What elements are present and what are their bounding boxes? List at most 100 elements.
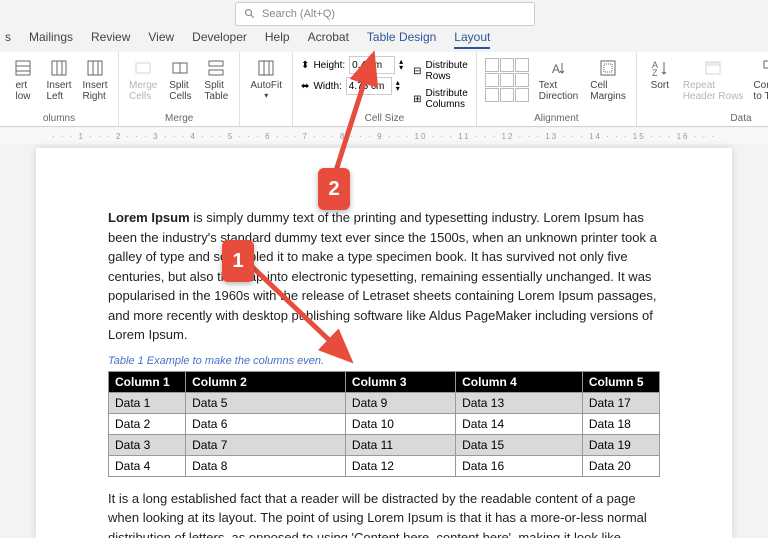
search-placeholder: Search (Alt+Q)	[262, 8, 335, 20]
data-table[interactable]: Column 1Column 2Column 3Column 4Column 5…	[108, 371, 660, 477]
cell-margins-button[interactable]: Cell Margins	[588, 56, 628, 104]
document-page: Lorem Ipsum is simply dummy text of the …	[36, 148, 732, 538]
width-input[interactable]	[346, 77, 392, 95]
tab-developer[interactable]: Developer	[192, 30, 247, 49]
insert-below-button[interactable]: ert low	[8, 56, 38, 104]
svg-text:A: A	[552, 62, 560, 76]
distribute-rows-button[interactable]: ⊟Distribute Rows	[413, 60, 468, 82]
width-icon: ⬌	[301, 81, 309, 92]
insert-below-icon	[13, 58, 33, 78]
tab-layout[interactable]: Layout	[454, 30, 490, 49]
table-cell[interactable]: Data 13	[456, 392, 583, 413]
group-rows-columns: ert low Insert Left Insert Right olumns	[0, 52, 119, 126]
table-cell[interactable]: Data 16	[456, 455, 583, 476]
annotation-marker-1: 1	[222, 240, 254, 282]
annotation-marker-2: 2	[318, 168, 350, 210]
table-cell[interactable]: Data 12	[345, 455, 455, 476]
alignment-grid[interactable]	[485, 58, 529, 102]
split-table-icon	[206, 58, 226, 78]
dropdown-icon: ▾	[264, 91, 268, 100]
sort-icon: AZ	[650, 58, 670, 78]
table-cell[interactable]: Data 8	[186, 455, 346, 476]
table-row[interactable]: Data 2Data 6Data 10Data 14Data 18	[109, 413, 660, 434]
group-cell-size: ⬍ Height: ▴▾ ⬌ Width: ▴▾ ⊟Distribute Rows ⊞D…	[293, 52, 477, 126]
height-icon: ⬍	[301, 60, 309, 71]
table-row[interactable]: Data 4Data 8Data 12Data 16Data 20	[109, 455, 660, 476]
insert-left-button[interactable]: Insert Left	[44, 56, 74, 104]
tab-partial[interactable]: s	[5, 30, 11, 49]
tab-help[interactable]: Help	[265, 30, 290, 49]
table-cell[interactable]: Data 9	[345, 392, 455, 413]
repeat-header-button: Repeat Header Rows	[681, 56, 746, 104]
autofit-button[interactable]: AutoFit▾	[248, 56, 284, 102]
paragraph-2[interactable]: It is a long established fact that a rea…	[108, 489, 660, 538]
merge-cells-icon	[133, 58, 153, 78]
distribute-rows-icon: ⊟	[413, 66, 421, 77]
cell-margins-icon	[598, 58, 618, 78]
table-header[interactable]: Column 3	[345, 371, 455, 392]
table-cell[interactable]: Data 20	[582, 455, 659, 476]
group-data: AZSort Repeat Header Rows aConvert to Te…	[637, 52, 768, 126]
split-table-button[interactable]: Split Table	[201, 56, 231, 104]
tab-view[interactable]: View	[148, 30, 174, 49]
table-cell[interactable]: Data 2	[109, 413, 186, 434]
merge-cells-button: Merge Cells	[127, 56, 159, 104]
distribute-columns-button[interactable]: ⊞Distribute Columns	[413, 88, 468, 110]
table-row[interactable]: Data 1Data 5Data 9Data 13Data 17	[109, 392, 660, 413]
group-label-data: Data	[645, 113, 768, 124]
repeat-header-icon	[703, 58, 723, 78]
table-cell[interactable]: Data 7	[186, 434, 346, 455]
table-cell[interactable]: Data 17	[582, 392, 659, 413]
svg-text:Z: Z	[652, 68, 658, 77]
table-cell[interactable]: Data 10	[345, 413, 455, 434]
table-cell[interactable]: Data 5	[186, 392, 346, 413]
spinner-icon[interactable]: ▴▾	[399, 59, 403, 71]
sort-button[interactable]: AZSort	[645, 56, 675, 104]
tab-table-design[interactable]: Table Design	[367, 30, 436, 49]
table-cell[interactable]: Data 14	[456, 413, 583, 434]
insert-right-button[interactable]: Insert Right	[80, 56, 110, 104]
para1-bold: Lorem Ipsum	[108, 210, 190, 225]
table-cell[interactable]: Data 1	[109, 392, 186, 413]
insert-left-icon	[49, 58, 69, 78]
paragraph-1[interactable]: Lorem Ipsum is simply dummy text of the …	[108, 208, 660, 345]
table-cell[interactable]: Data 19	[582, 434, 659, 455]
table-cell[interactable]: Data 18	[582, 413, 659, 434]
table-header[interactable]: Column 4	[456, 371, 583, 392]
table-row[interactable]: Data 3Data 7Data 11Data 15Data 19	[109, 434, 660, 455]
split-cells-icon	[170, 58, 190, 78]
table-header[interactable]: Column 1	[109, 371, 186, 392]
group-autofit: AutoFit▾	[240, 52, 293, 126]
table-cell[interactable]: Data 4	[109, 455, 186, 476]
height-label: Height:	[313, 60, 345, 71]
table-caption[interactable]: Table 1 Example to make the columns even…	[108, 355, 660, 367]
text-direction-icon: A	[549, 58, 569, 78]
group-alignment: AText Direction Cell Margins Alignment	[477, 52, 637, 126]
table-cell[interactable]: Data 15	[456, 434, 583, 455]
group-label-merge: Merge	[127, 113, 231, 124]
text-direction-button[interactable]: AText Direction	[537, 56, 580, 104]
split-cells-button[interactable]: Split Cells	[165, 56, 195, 104]
width-label: Width:	[313, 81, 341, 92]
search-icon	[244, 8, 256, 20]
table-cell[interactable]: Data 6	[186, 413, 346, 434]
autofit-icon	[256, 58, 276, 78]
table-cell[interactable]: Data 3	[109, 434, 186, 455]
group-label-cellsize: Cell Size	[301, 113, 468, 124]
table-header[interactable]: Column 5	[582, 371, 659, 392]
search-box[interactable]: Search (Alt+Q)	[235, 2, 535, 26]
horizontal-ruler[interactable]: · · · 1 · · · 2 · · · 3 · · · 4 · · · 5 …	[0, 128, 768, 144]
height-input[interactable]	[349, 56, 395, 74]
table-cell[interactable]: Data 11	[345, 434, 455, 455]
convert-text-icon: a	[761, 58, 768, 78]
insert-right-icon	[85, 58, 105, 78]
group-merge: Merge Cells Split Cells Split Table Merg…	[119, 52, 240, 126]
group-label-rows-cols: olumns	[8, 113, 110, 124]
table-header[interactable]: Column 2	[186, 371, 346, 392]
tab-review[interactable]: Review	[91, 30, 130, 49]
tab-mailings[interactable]: Mailings	[29, 30, 73, 49]
distribute-cols-icon: ⊞	[413, 94, 421, 105]
convert-text-button[interactable]: aConvert to Text	[751, 56, 768, 104]
tab-acrobat[interactable]: Acrobat	[308, 30, 349, 49]
spinner-icon[interactable]: ▴▾	[396, 80, 400, 92]
